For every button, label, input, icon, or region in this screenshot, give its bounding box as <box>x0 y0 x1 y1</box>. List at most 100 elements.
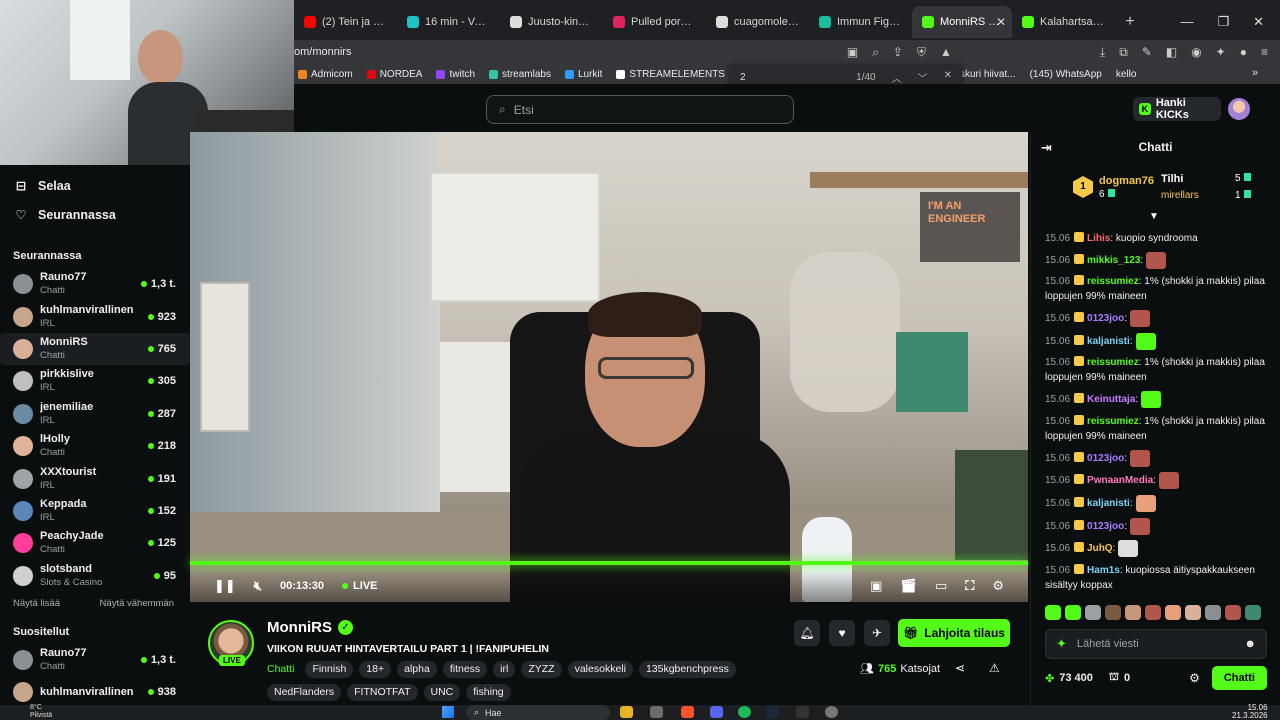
stream-tag[interactable]: alpha <box>397 661 437 678</box>
warning-icon[interactable]: ▲ <box>940 45 952 60</box>
browser-tab[interactable]: Juusto-kinkkupiirakka <box>500 6 603 38</box>
stream-tag[interactable]: 135kgbenchpress <box>638 661 736 678</box>
drops[interactable]: ⛫ 0 <box>1109 671 1130 685</box>
screenshot-icon[interactable]: ⧉ <box>1119 45 1128 60</box>
close-window-icon[interactable]: ✕ <box>1253 14 1264 30</box>
chat-username[interactable]: 0123joo <box>1087 313 1124 324</box>
emote-icon[interactable] <box>1085 605 1101 620</box>
bookmark[interactable]: Admicom <box>298 69 353 80</box>
settings-app-icon[interactable] <box>825 706 838 718</box>
stream-tag[interactable]: NedFlanders <box>267 684 342 701</box>
share-page-icon[interactable]: ⇪ <box>893 45 903 60</box>
chat-username[interactable]: mikkis_123 <box>1087 255 1140 266</box>
chat-username[interactable]: reissumiez <box>1087 357 1139 368</box>
emote-icon[interactable] <box>1105 605 1121 620</box>
sparkle-icon[interactable]: ✦ <box>1056 636 1067 652</box>
chat-username[interactable]: 0123joo <box>1087 453 1124 464</box>
fullscreen-icon[interactable]: ⛶ <box>965 578 974 594</box>
bookmark[interactable]: STREAMELEMENTS <box>616 69 725 80</box>
emote-icon[interactable] <box>1245 605 1261 620</box>
bookmark[interactable]: Lurkit <box>564 69 602 80</box>
stream-tag[interactable]: fitness <box>442 661 488 678</box>
sidebar-channel[interactable]: kuhlmanvirallinen IRL 923 <box>0 300 190 332</box>
sidebar-channel[interactable]: jenemiliae IRL 287 <box>0 398 190 430</box>
browser-tab[interactable]: cuagomole - Google <box>706 6 809 38</box>
bookmark[interactable]: NORDEA <box>366 69 422 80</box>
theater-mode-icon[interactable]: ▭ <box>935 578 947 594</box>
notifications-bell-button[interactable]: 🔔︎ <box>794 620 820 646</box>
chat-username[interactable]: JuhQ <box>1087 543 1113 554</box>
browser-tab[interactable]: Kalahartsa - Watch <box>1012 6 1115 38</box>
sidebar-icon[interactable]: ◧ <box>1166 45 1177 60</box>
browser-tab[interactable]: MonniRS Stream✕ <box>912 6 1012 38</box>
emote-icon[interactable] <box>1225 605 1241 620</box>
stream-tag[interactable]: ZYZZ <box>521 661 562 678</box>
chat-username[interactable]: Keinuttaja <box>1087 394 1135 405</box>
extensions-icon[interactable]: ✎ <box>1142 45 1152 60</box>
stream-tag[interactable]: irl <box>493 661 516 678</box>
nav-browse[interactable]: ⊟ Selaa <box>0 171 190 200</box>
sidebar-channel[interactable]: Rauno77 Chatti 1,3 t. <box>0 644 190 676</box>
url-text[interactable]: om/monnirs <box>294 46 351 58</box>
stream-tag[interactable]: FITNOTFAT <box>347 684 418 701</box>
video-progress-bar[interactable] <box>190 561 1028 565</box>
find-input[interactable]: 2 <box>740 72 856 83</box>
sidebar-channel[interactable]: XXXtourist IRL 191 <box>0 462 190 494</box>
discord-icon[interactable] <box>710 706 723 718</box>
browser-tab[interactable]: (2) Tein ja Maistelin <box>294 6 397 38</box>
emote-icon[interactable] <box>1185 605 1201 620</box>
bookmark[interactable]: (145) WhatsApp <box>1030 69 1102 80</box>
weather-widget[interactable]: 8°C Pilvistä <box>30 704 52 720</box>
video-player[interactable]: I'M AN ENGINEER <box>190 132 1028 602</box>
user-avatar[interactable] <box>1228 98 1250 120</box>
collapse-chat-icon[interactable]: ⇥ <box>1041 140 1052 156</box>
obs-icon[interactable] <box>650 706 663 718</box>
emote-icon[interactable] <box>1165 605 1181 620</box>
taskbar-search[interactable]: ⌕ Hae <box>466 705 610 720</box>
sidebar-channel[interactable]: lHolly Chatti 218 <box>0 430 190 462</box>
report-icon[interactable]: ⚠ <box>989 661 1000 675</box>
pip-icon[interactable]: ▣ <box>847 45 858 60</box>
chat-input[interactable]: ✦ Lähetä viesti ☻ <box>1045 629 1267 659</box>
nav-heart[interactable]: ♡ Seurannassa <box>0 200 190 229</box>
gift-leaderboard[interactable]: 1 dogman76 6 Tilhi 5 mirellars 1 <box>1071 172 1271 208</box>
restore-icon[interactable]: ❐ <box>1217 14 1229 30</box>
ai-icon[interactable]: ● <box>1240 45 1247 60</box>
epic-games-icon[interactable] <box>796 706 809 718</box>
emote-icon[interactable] <box>1065 605 1081 620</box>
sidebar-channel[interactable]: pirkkislive IRL 305 <box>0 365 190 397</box>
minimize-icon[interactable]: — <box>1180 14 1193 30</box>
browser-tab[interactable]: Immun Fight Club <box>809 6 912 38</box>
bookmark[interactable]: skuri hiivat... <box>960 69 1016 80</box>
gift-sub-button[interactable]: 🎁︎ Lahjoita tilaus <box>898 619 1010 647</box>
sidebar-channel[interactable]: slotsband Slots & Casino 95 <box>0 560 190 592</box>
stream-tag[interactable]: Finnish <box>305 661 354 678</box>
sidebar-channel[interactable]: PeachyJade Chatti 125 <box>0 527 190 559</box>
emoji-icon[interactable]: ☻ <box>1244 638 1256 650</box>
address-bar[interactable]: om/monnirs ▣ ⌕ ⇪ ⛨ ▲ ⤓ ⧉ ✎ ◧ ◉ ✦ ● ≡ <box>294 40 1280 64</box>
share-icon[interactable]: ⋖ <box>955 661 965 675</box>
search-input[interactable]: ⌕ Etsi <box>486 95 794 124</box>
shield-icon[interactable]: ⛨ <box>917 45 926 60</box>
live-indicator[interactable]: LIVE <box>342 580 377 592</box>
get-kicks-button[interactable]: K Hanki KICKs <box>1133 97 1221 121</box>
mute-icon[interactable]: 🔇︎ <box>254 578 262 594</box>
chat-send-button[interactable]: Chatti <box>1211 666 1267 690</box>
streamer-name[interactable]: MonniRS <box>267 619 332 636</box>
browser-tab[interactable]: Pulled pork -nachot <box>603 6 706 38</box>
sidebar-channel[interactable]: Rauno77 Chatti 1,3 t. <box>0 268 190 300</box>
chat-username[interactable]: kaljanisti <box>1087 336 1130 347</box>
zoom-icon[interactable]: ⌕ <box>872 45 879 60</box>
chat-username[interactable]: 0123joo <box>1087 521 1124 532</box>
sidebar-channel[interactable]: kuhlmanvirallinen 938 <box>0 676 190 708</box>
wallet-icon[interactable]: ◉ <box>1191 45 1201 60</box>
follow-button[interactable]: ♥ <box>829 620 855 646</box>
steam-icon[interactable] <box>766 706 779 718</box>
pin-button[interactable]: ✈ <box>864 620 890 646</box>
stream-tag[interactable]: 18+ <box>359 661 392 678</box>
brave-icon[interactable] <box>681 706 694 718</box>
stream-tag[interactable]: UNC <box>423 684 461 701</box>
find-prev-icon[interactable]: ︿ <box>892 70 902 85</box>
bookmark[interactable]: streamlabs <box>489 69 551 80</box>
chat-username[interactable]: reissumiez <box>1087 416 1139 427</box>
